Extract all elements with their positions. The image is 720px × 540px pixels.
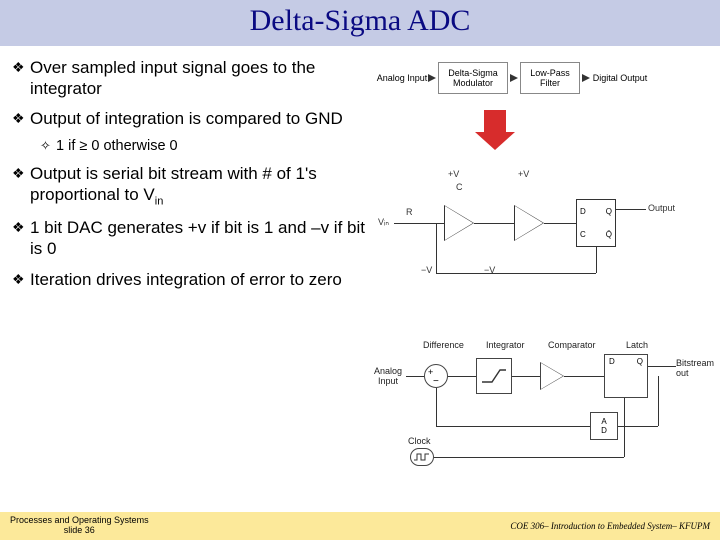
block-analog-input: Analog Input (376, 62, 428, 94)
bullet-span: Output is serial bit stream with # of 1'… (30, 164, 317, 204)
wire (394, 223, 424, 224)
label-minusV: −V (421, 265, 432, 275)
bullet-text: Iteration drives integration of error to… (30, 270, 376, 291)
wire (624, 398, 625, 457)
diamond-bullet-icon: ❖ (12, 109, 30, 130)
bullet-item: ❖ Over sampled input signal goes to the … (12, 58, 376, 99)
label-C: C (456, 182, 463, 192)
label-Q: Q (606, 207, 612, 216)
sub-bullet-icon: ✧ (40, 138, 56, 156)
label-difference: Difference (423, 340, 464, 350)
footer: Processes and Operating Systems slide 36… (0, 512, 720, 540)
wire (544, 223, 576, 224)
bullet-item: ❖ Iteration drives integration of error … (12, 270, 376, 291)
label-R: R (406, 207, 413, 217)
label-integrator: Integrator (486, 340, 525, 350)
wire (448, 376, 476, 377)
wire (658, 376, 659, 426)
wire (648, 366, 676, 367)
wire (616, 209, 646, 210)
latch-block: D Q (604, 354, 648, 398)
label-A: A (601, 417, 606, 426)
integrator-block (476, 358, 512, 394)
wire (424, 223, 444, 224)
diamond-bullet-icon: ❖ (12, 218, 30, 259)
opamp-icon (514, 205, 544, 241)
label-Qbar: Q̄ (606, 230, 612, 239)
label-Cclk: C (580, 230, 586, 239)
label-D: D (601, 426, 607, 435)
flipflop: D Q C Q̄ (576, 199, 616, 247)
footer-left-line2: slide 36 (10, 526, 149, 536)
slide-title: Delta-Sigma ADC (0, 4, 720, 38)
label-D: D (580, 207, 586, 216)
wire (436, 223, 437, 273)
label-vin: Vᵢₙ (378, 217, 389, 228)
bullet-item: ❖ Output of integration is compared to G… (12, 109, 376, 130)
bullet-list: ❖ Over sampled input signal goes to the … (12, 52, 376, 301)
comparator-icon (540, 362, 564, 390)
bullet-text: 1 bit DAC generates +v if bit is 1 and –… (30, 218, 376, 259)
wire (512, 376, 540, 377)
sub-bullet-item: ✧ 1 if ≥ 0 otherwise 0 (40, 138, 376, 156)
content-area: ❖ Over sampled input signal goes to the … (0, 46, 720, 301)
subscript: in (155, 195, 164, 207)
integrator-icon (480, 366, 508, 386)
footer-left: Processes and Operating Systems slide 36 (10, 516, 149, 536)
label-clock: Clock (408, 436, 431, 446)
block-lowpass: Low-Pass Filter (520, 62, 580, 94)
bullet-item: ❖ Output is serial bit stream with # of … (12, 164, 376, 209)
circuit-diagram: Vᵢₙ R +V C +V D Q C Q̄ Output (376, 147, 706, 307)
label-Q: Q (637, 357, 643, 366)
label-D: D (609, 357, 615, 366)
block-delta-sigma: Delta-Sigma Modulator (438, 62, 508, 94)
wire (436, 273, 596, 274)
label-analog-in: Analog Input (368, 366, 408, 386)
label-minus: − (433, 376, 439, 387)
arrow-right-icon (428, 74, 436, 82)
clock-source (410, 448, 434, 466)
label-plusV: +V (518, 169, 529, 179)
label-comparator: Comparator (548, 340, 596, 350)
wire (564, 376, 604, 377)
clock-icon (413, 452, 431, 462)
bullet-item: ❖ 1 bit DAC generates +v if bit is 1 and… (12, 218, 376, 259)
title-bar: Delta-Sigma ADC (0, 0, 720, 46)
label-bitstream: Bitstream out (676, 358, 716, 378)
bullet-text: Output is serial bit stream with # of 1'… (30, 164, 376, 209)
sub-bullet-text: 1 if ≥ 0 otherwise 0 (56, 138, 376, 156)
bullet-text: Output of integration is compared to GND (30, 109, 376, 130)
down-arrow-icon (484, 110, 506, 132)
label-latch: Latch (626, 340, 648, 350)
block-digital-output: Digital Output (592, 62, 648, 94)
diamond-bullet-icon: ❖ (12, 58, 30, 99)
opamp-icon (444, 205, 474, 241)
diamond-bullet-icon: ❖ (12, 164, 30, 209)
diagram-area: Analog Input Delta-Sigma Modulator Low-P… (376, 52, 712, 301)
wire (474, 223, 514, 224)
bottom-diagram: Difference Integrator Comparator Latch A… (368, 340, 713, 480)
wire (596, 247, 597, 273)
wire (406, 376, 424, 377)
arrow-right-icon (510, 74, 518, 82)
label-plusV: +V (448, 169, 459, 179)
label-output: Output (648, 203, 675, 213)
bullet-text: Over sampled input signal goes to the in… (30, 58, 376, 99)
wire (436, 426, 590, 427)
wire (434, 457, 624, 458)
summing-node: + − (424, 364, 448, 388)
footer-right: COE 306– Introduction to Embedded System… (510, 521, 710, 531)
diamond-bullet-icon: ❖ (12, 270, 30, 291)
arrow-right-icon (582, 74, 590, 82)
wire (436, 388, 437, 426)
dac-block: A D (590, 412, 618, 440)
